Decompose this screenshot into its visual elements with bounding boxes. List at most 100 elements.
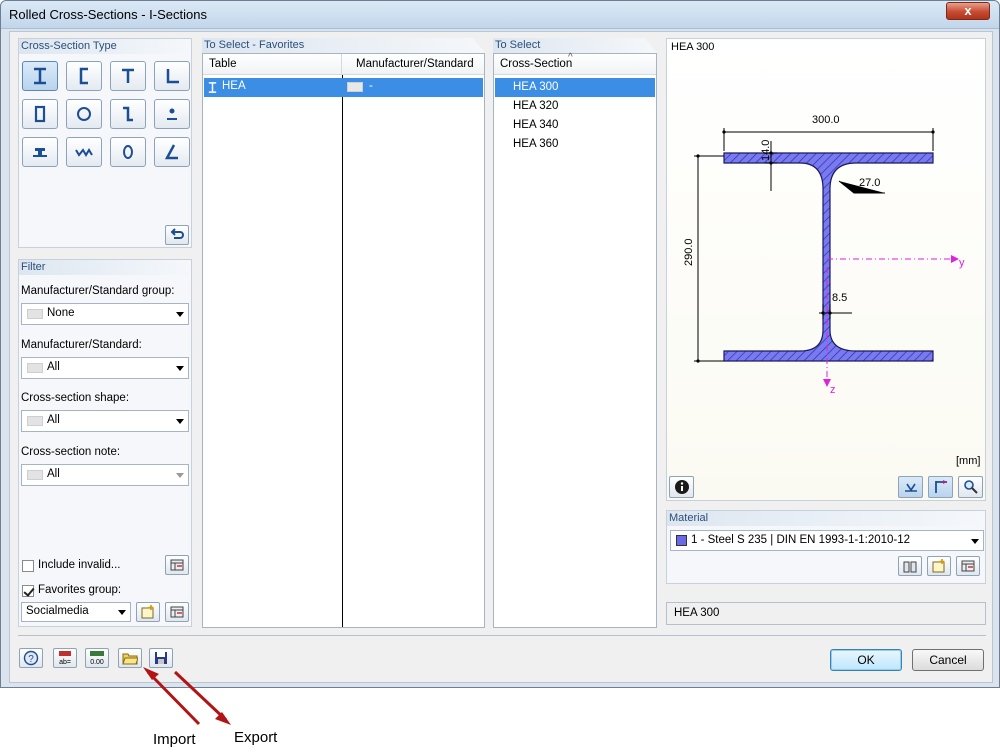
dimension-icon: [904, 483, 917, 492]
favorites-label: Favorites group:: [38, 584, 122, 596]
chevron-down-icon: [176, 419, 184, 424]
include-invalid-label: Include invalid...: [38, 559, 121, 571]
new-folder-icon: [932, 559, 945, 573]
standard-swatch: [347, 82, 363, 92]
i-section-icon: [34, 67, 46, 85]
material-panel: Material 1 - Steel S 235 | DIN EN 1993-1…: [666, 510, 986, 584]
to-select-list: Cross-Section ^ HEA 300 HEA 320 HEA 340 …: [493, 52, 657, 628]
standard-label: Manufacturer/Standard:: [21, 339, 142, 351]
shape-value: All: [47, 414, 60, 426]
info-button[interactable]: [669, 476, 694, 498]
channel-section-button[interactable]: [66, 61, 102, 91]
material-new-button[interactable]: [927, 556, 951, 576]
col-table-header[interactable]: Table: [203, 54, 342, 75]
show-axes-button[interactable]: [928, 476, 953, 498]
material-value: 1 - Steel S 235 | DIN EN 1993-1-1:2010-1…: [691, 534, 911, 546]
cross-section-header[interactable]: Cross-Section ^: [494, 52, 656, 75]
zoom-button[interactable]: [958, 476, 983, 498]
group-select[interactable]: None: [21, 303, 189, 325]
help-icon: ?: [23, 650, 39, 666]
include-invalid-info-button[interactable]: [165, 555, 189, 575]
list-item[interactable]: HEA 320: [513, 100, 558, 112]
note-select[interactable]: All: [21, 464, 189, 486]
include-invalid-checkbox[interactable]: [22, 560, 34, 572]
export-annotation: Export: [234, 729, 278, 746]
group-swatch: [27, 309, 43, 319]
cancel-button[interactable]: Cancel: [912, 649, 984, 671]
z-section-icon: [123, 106, 133, 122]
material-color-swatch: [676, 535, 687, 546]
shape-label: Cross-section shape:: [21, 392, 130, 404]
oval-section-button[interactable]: [110, 137, 146, 167]
info-icon: [674, 480, 689, 494]
bent-angle-button[interactable]: [154, 137, 190, 167]
ok-button[interactable]: OK: [830, 649, 902, 671]
material-select[interactable]: 1 - Steel S 235 | DIN EN 1993-1-1:2010-1…: [670, 530, 984, 551]
i-section-icon: [208, 82, 217, 93]
rename-button[interactable]: ab=: [53, 648, 77, 668]
sheet-pile-button[interactable]: [66, 137, 102, 167]
note-label: Cross-section note:: [21, 446, 121, 458]
panel-title: Material: [667, 511, 985, 526]
round-bar-button[interactable]: [154, 99, 190, 129]
favorites-value: Socialmedia: [26, 605, 89, 617]
favorites-checkbox[interactable]: [22, 585, 34, 597]
list-item[interactable]: HEA 360: [513, 138, 558, 150]
svg-text:ab=: ab=: [59, 659, 71, 666]
text-edit-icon: ab=: [59, 651, 71, 666]
help-button[interactable]: ?: [19, 648, 43, 668]
unit-label: [mm]: [956, 455, 981, 467]
separator: [18, 635, 986, 636]
standard-swatch: [27, 363, 43, 373]
open-folder-icon: [122, 653, 138, 665]
edit-table-icon: [170, 606, 184, 618]
window-title: Rolled Cross-Sections - I-Sections: [9, 7, 207, 22]
axes-icon: [934, 480, 947, 493]
i-section-button[interactable]: [22, 61, 58, 91]
chevron-down-icon: [176, 366, 184, 371]
col-standard-header[interactable]: Manufacturer/Standard: [342, 54, 484, 75]
favorites-select[interactable]: Socialmedia: [21, 602, 131, 622]
dim-width: 300.0: [812, 114, 840, 126]
favorites-panel: To Select - Favorites Table Manufacturer…: [202, 38, 485, 628]
favorites-row-table: HEA: [222, 80, 246, 92]
axis-z-label: z: [830, 384, 836, 396]
show-dimensions-button[interactable]: [898, 476, 923, 498]
z-section-button[interactable]: [110, 99, 146, 129]
export-button[interactable]: [149, 648, 173, 668]
rail-section-button[interactable]: [22, 137, 58, 167]
decimal-button[interactable]: 0.00: [85, 648, 109, 668]
t-section-button[interactable]: [110, 61, 146, 91]
angle-icon: [166, 69, 179, 84]
column-divider: [342, 75, 343, 627]
new-favorites-button[interactable]: [136, 602, 160, 622]
circular-hollow-button[interactable]: [66, 99, 102, 129]
edit-favorites-button[interactable]: [165, 602, 189, 622]
list-item[interactable]: HEA 340: [513, 119, 558, 131]
dim-radius: 27.0: [859, 177, 881, 189]
import-button[interactable]: [118, 648, 142, 668]
cross-section-type-panel: Cross-Section Type: [18, 38, 192, 248]
undo-arrow-icon: [170, 228, 184, 239]
list-item[interactable]: HEA 300: [513, 81, 558, 93]
standard-select[interactable]: All: [21, 357, 189, 379]
cross-section-header-label: Cross-Section: [500, 58, 573, 70]
close-button[interactable]: x: [946, 2, 990, 20]
chevron-down-icon: [176, 312, 184, 317]
selected-section-display: HEA 300: [666, 602, 986, 625]
material-library-button[interactable]: [898, 556, 922, 576]
material-edit-button[interactable]: [956, 556, 980, 576]
shape-swatch: [27, 416, 43, 426]
t-section-icon: [122, 68, 134, 83]
sheet-pile-icon: [75, 148, 93, 157]
oval-icon: [123, 145, 133, 159]
note-swatch: [27, 470, 43, 480]
channel-icon: [79, 67, 88, 85]
rect-hollow-button[interactable]: [22, 99, 58, 129]
round-bar-icon: [167, 108, 177, 120]
angle-section-button[interactable]: [154, 61, 190, 91]
reset-type-button[interactable]: [165, 225, 189, 245]
import-annotation: Import: [153, 731, 196, 748]
favorites-row[interactable]: HEA -: [204, 78, 483, 97]
shape-select[interactable]: All: [21, 410, 189, 432]
